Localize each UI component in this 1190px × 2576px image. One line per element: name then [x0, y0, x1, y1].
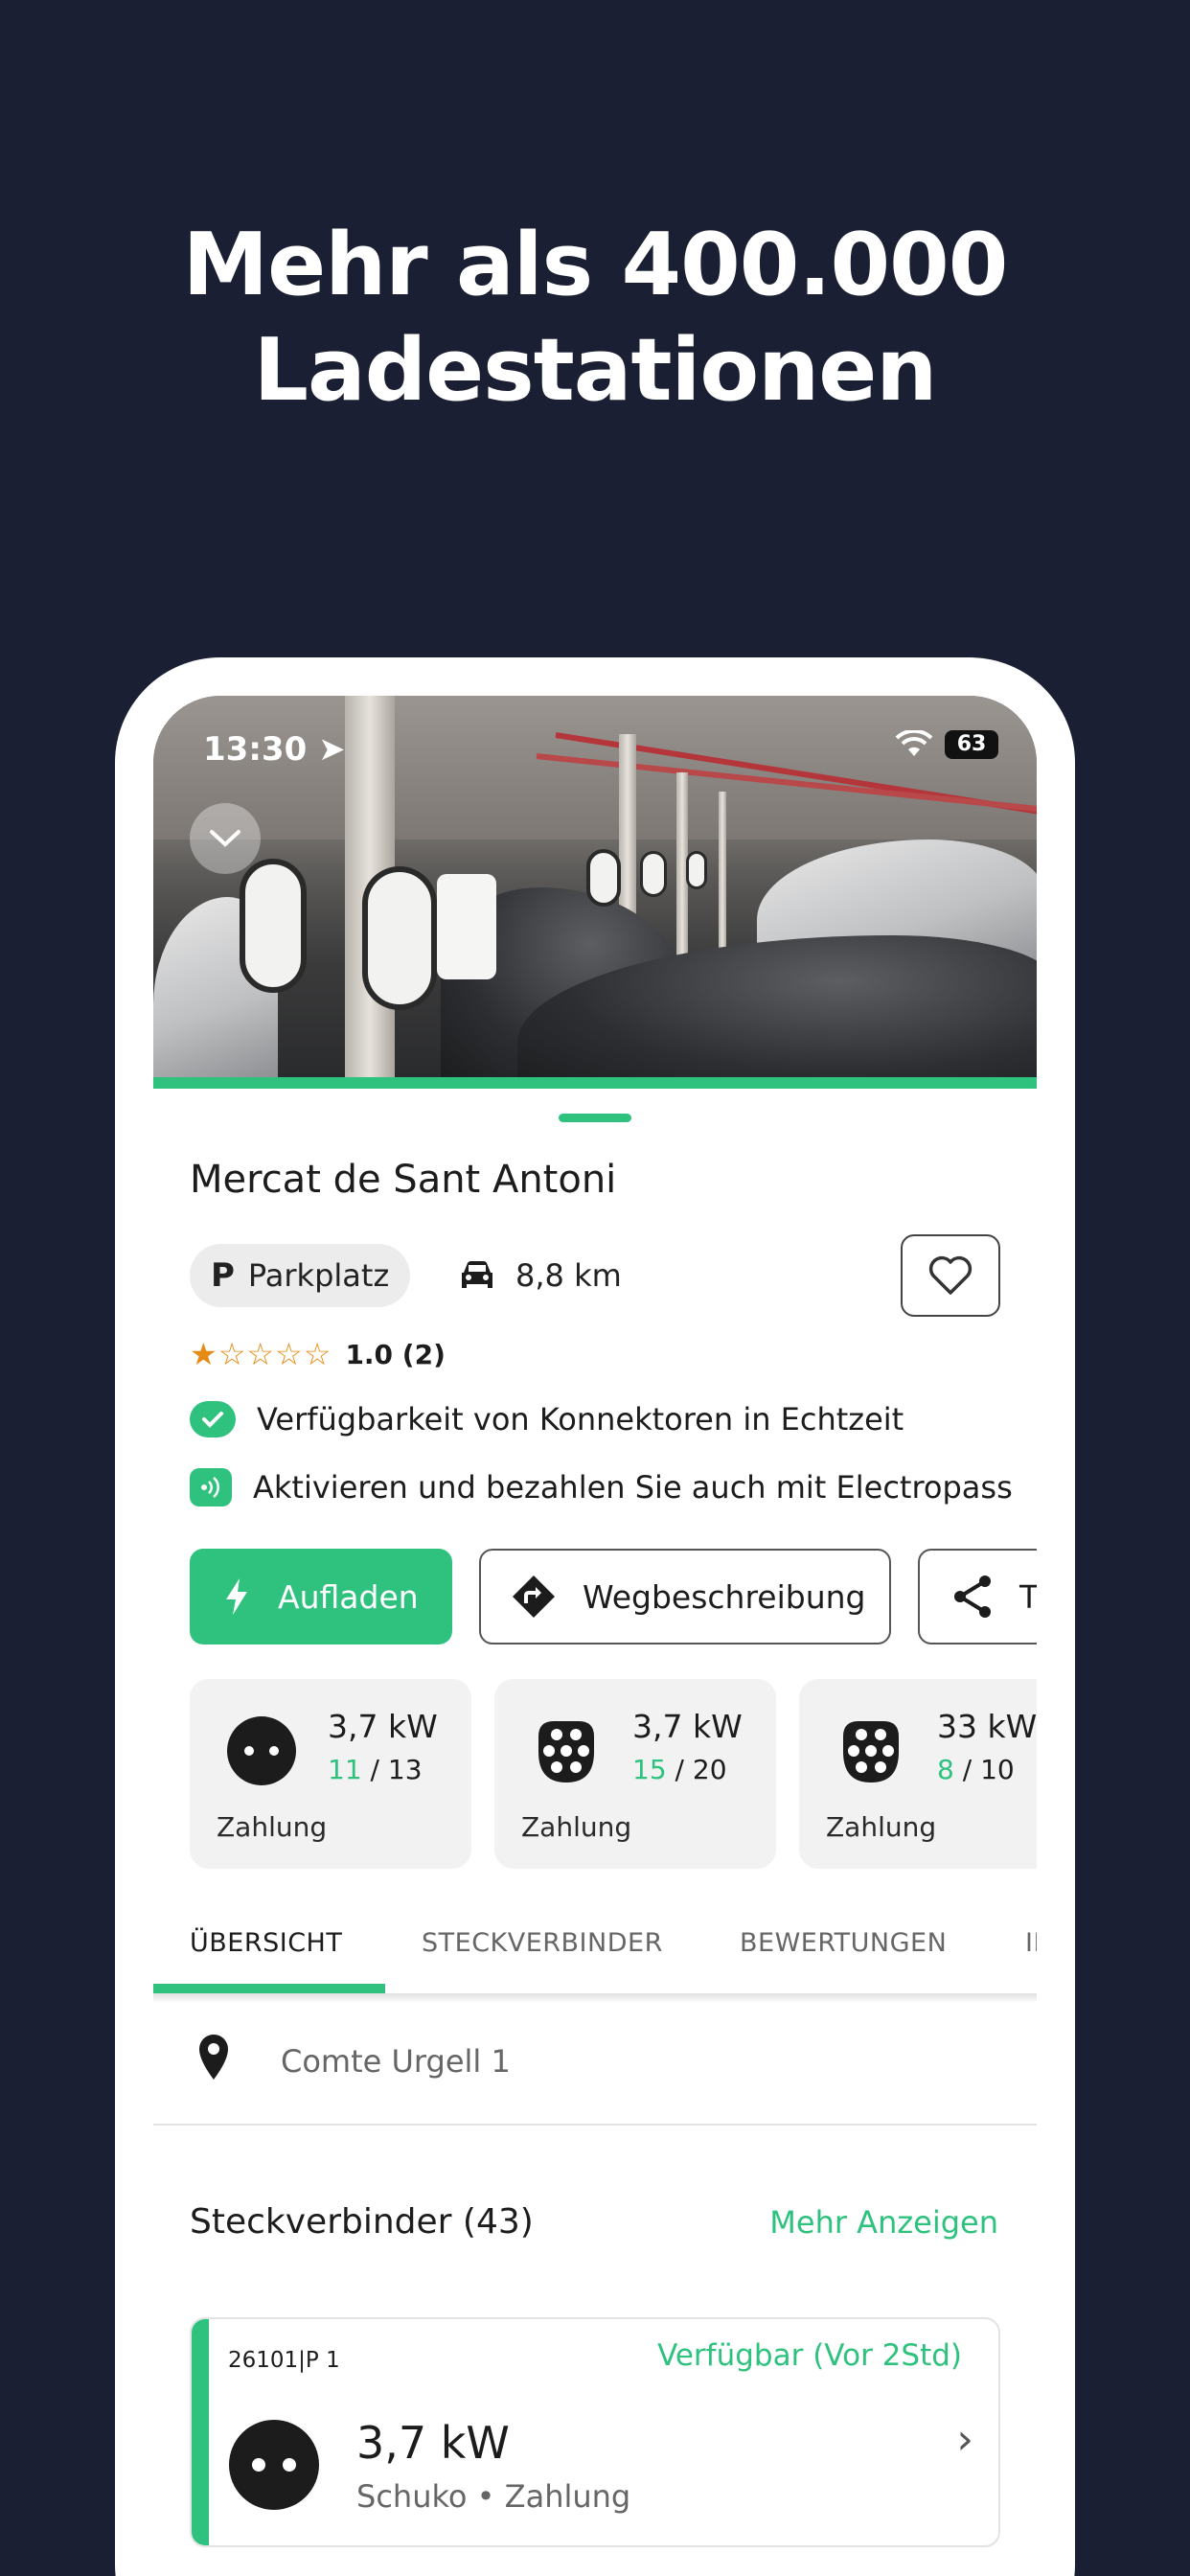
lightning-icon: [226, 1578, 247, 1615]
feature-realtime-text: Verfügbarkeit von Konnektoren in Echtzei…: [257, 1401, 904, 1438]
connector-power: 3,7 kW: [328, 1708, 438, 1745]
tab-active-indicator: [153, 1984, 385, 1993]
charge-button-label: Aufladen: [278, 1577, 419, 1616]
connector-total: / 13: [370, 1754, 423, 1785]
tab-info[interactable]: IN: [1025, 1928, 1037, 1958]
sheet-drag-handle[interactable]: [559, 1114, 631, 1122]
plug-status-label: Verfügbar: [657, 2338, 804, 2373]
connector-power: 33 kW: [937, 1708, 1037, 1745]
station-name: Mercat de Sant Antoni: [190, 1158, 617, 1202]
station-photo[interactable]: 13:30 ➤ 63: [153, 696, 1037, 1077]
photo-accent-bar: [153, 1077, 1037, 1089]
phone-screen: 13:30 ➤ 63 Mercat de Sant Antoni P Parkp…: [153, 696, 1037, 2576]
photo-charger: [640, 851, 667, 897]
status-bar: 13:30 ➤ 63: [203, 730, 998, 772]
tab-connectors[interactable]: STECKVERBINDER: [422, 1928, 663, 1958]
headline-line-2: Ladestationen: [253, 320, 938, 421]
plug-power: 3,7 kW: [356, 2417, 510, 2469]
plug-status: Verfügbar (Vor 2Std): [657, 2338, 962, 2373]
address-text: Comte Urgell 1: [281, 2043, 511, 2080]
connectors-section-title: Steckverbinder (43): [190, 2202, 534, 2242]
heart-icon: [928, 1255, 973, 1295]
plug-status-time: (Vor 2Std): [812, 2338, 962, 2373]
battery-icon: 63: [945, 730, 998, 759]
plug-type: Schuko • Zahlung: [356, 2478, 631, 2515]
photo-charger: [362, 866, 437, 1010]
directions-button-label: Wegbeschreibung: [583, 1577, 866, 1616]
parking-label: Parkplatz: [247, 1257, 390, 1294]
connector-count: 15 / 20: [632, 1754, 727, 1785]
parking-icon: P: [211, 1256, 235, 1295]
share-button-label: T: [1019, 1577, 1037, 1616]
photo-charger: [586, 849, 621, 907]
location-pin-icon: [199, 2035, 228, 2080]
collapse-button[interactable]: [190, 803, 261, 874]
distance-text: 8,8 km: [515, 1257, 622, 1294]
tab-bar: ÜBERSICHT STECKVERBINDER BEWERTUNGEN IN: [153, 1905, 1037, 1993]
photo-charger: [240, 859, 307, 993]
plug-id: 26101|P 1: [228, 2348, 340, 2373]
type2-plug-icon: [538, 1721, 594, 1782]
connector-card[interactable]: 33 kW 8 / 10 Zahlung: [799, 1679, 1037, 1869]
connector-power: 3,7 kW: [632, 1708, 743, 1745]
schuko-plug-icon: [227, 1716, 296, 1785]
car-icon: [462, 1261, 492, 1288]
connector-available: 8: [937, 1754, 954, 1785]
rating[interactable]: ★☆☆☆☆ 1.0 (2): [190, 1336, 446, 1372]
status-time-text: 13:30: [203, 730, 308, 769]
distance-info: 8,8 km: [458, 1244, 622, 1307]
status-icons: 63: [895, 730, 998, 759]
directions-icon: [513, 1576, 555, 1618]
feature-electropass: Aktivieren und bezahlen Sie auch mit Ele…: [190, 1468, 1013, 1506]
headline: Mehr als 400.000 Ladestationen: [0, 213, 1190, 424]
connector-total: / 10: [962, 1754, 1015, 1785]
feature-realtime: Verfügbarkeit von Konnektoren in Echtzei…: [190, 1401, 904, 1438]
rating-text: 1.0 (2): [345, 1338, 446, 1370]
schuko-plug-icon: [229, 2420, 319, 2510]
connector-payment: Zahlung: [217, 1811, 328, 1843]
photo-charger: [686, 851, 707, 889]
connector-card[interactable]: 3,7 kW 11 / 13 Zahlung: [190, 1679, 471, 1869]
favorite-button[interactable]: [901, 1234, 1000, 1317]
feature-electropass-text: Aktivieren und bezahlen Sie auch mit Ele…: [253, 1469, 1013, 1506]
connector-card[interactable]: 3,7 kW 15 / 20 Zahlung: [494, 1679, 776, 1869]
directions-button[interactable]: Wegbeschreibung: [479, 1549, 891, 1644]
connector-payment: Zahlung: [521, 1811, 632, 1843]
tab-overview[interactable]: ÜBERSICHT: [190, 1928, 342, 1958]
plug-card[interactable]: 26101|P 1 Verfügbar (Vor 2Std) 3,7 kW Sc…: [190, 2317, 1000, 2547]
share-icon: [954, 1576, 991, 1618]
plug-status-accent: [192, 2319, 209, 2545]
cloud-check-icon: [190, 1401, 236, 1438]
chevron-right-icon: ›: [956, 2415, 973, 2464]
tab-reviews[interactable]: BEWERTUNGEN: [740, 1928, 947, 1958]
connector-count: 11 / 13: [328, 1754, 423, 1785]
headline-line-1: Mehr als 400.000: [182, 215, 1009, 315]
contactless-icon: [190, 1468, 232, 1506]
status-time: 13:30 ➤: [203, 730, 346, 769]
parking-chip: P Parkplatz: [190, 1244, 411, 1307]
wifi-icon: [895, 730, 933, 756]
connector-count: 8 / 10: [937, 1754, 1015, 1785]
show-more-link[interactable]: Mehr Anzeigen: [769, 2204, 998, 2241]
connector-available: 11: [328, 1754, 362, 1785]
charge-button[interactable]: Aufladen: [190, 1549, 452, 1644]
photo-charger-panel: [437, 874, 496, 979]
type2-plug-icon: [843, 1721, 899, 1782]
share-button[interactable]: T: [918, 1549, 1037, 1644]
connector-total: / 20: [675, 1754, 727, 1785]
star-rating-icon: ★☆☆☆☆: [190, 1336, 332, 1372]
address-row[interactable]: Comte Urgell 1: [153, 1999, 1037, 2126]
connector-available: 15: [632, 1754, 667, 1785]
chevron-down-icon: [210, 830, 240, 847]
connector-payment: Zahlung: [826, 1811, 937, 1843]
